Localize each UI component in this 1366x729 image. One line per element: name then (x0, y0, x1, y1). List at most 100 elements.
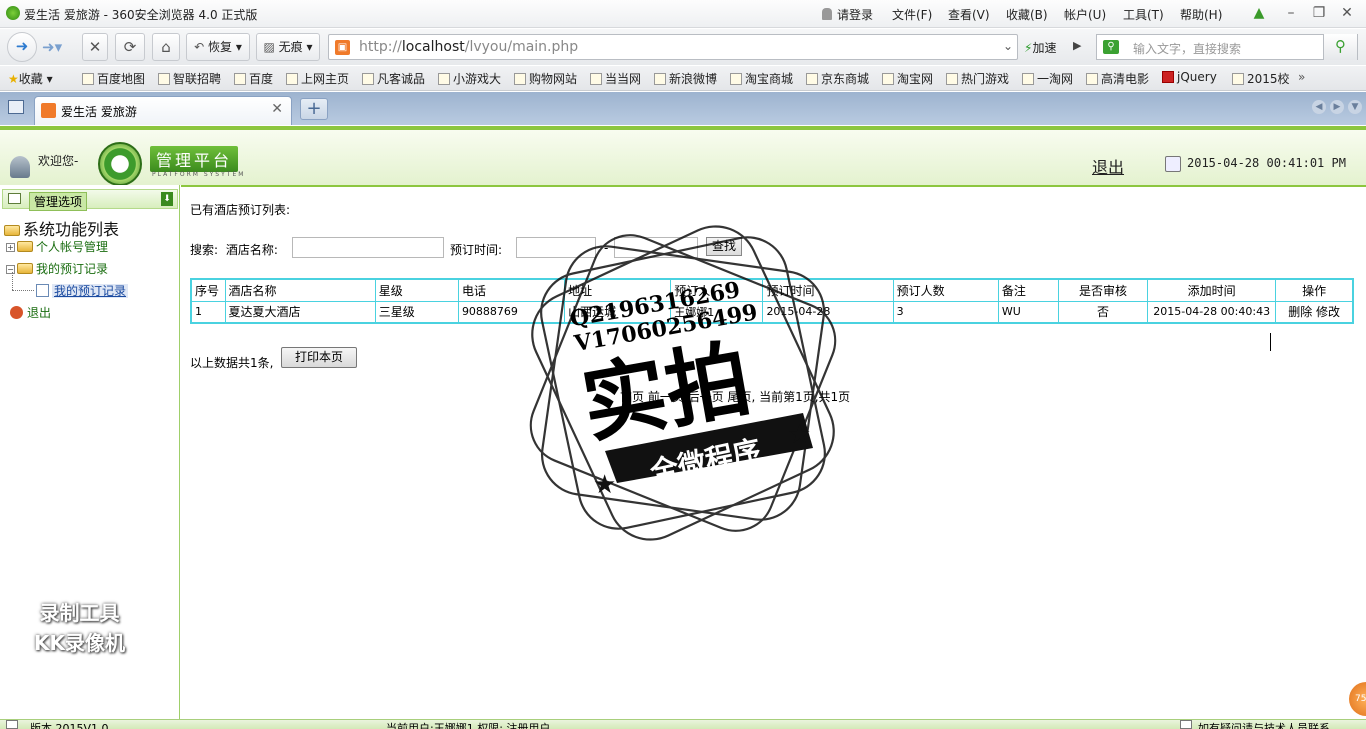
tab-title: 爱生活 爱旅游 (61, 105, 137, 119)
sidebar-item-account[interactable]: + 个人帐号管理 (6, 238, 108, 255)
bookmark-item[interactable]: 购物网站 (514, 70, 577, 87)
accelerate-button[interactable]: ⚡加速 (1024, 39, 1056, 56)
calendar-clock-icon (1165, 156, 1181, 172)
bookmark-item[interactable]: 百度 (234, 70, 273, 87)
col-header: 酒店名称 (224, 278, 376, 302)
bookmark-item[interactable]: 小游戏大 (438, 70, 501, 87)
col-header: 预订人数 (892, 278, 999, 302)
hotel-name-label: 酒店名称: (225, 243, 278, 257)
page-icon (806, 73, 818, 85)
undo-icon: ↶ (194, 40, 205, 54)
bookmark-item[interactable]: 上网主页 (286, 70, 349, 87)
privacy-mode-button[interactable]: ▨ 无痕 ▾ (256, 33, 320, 61)
sidebar-item-bookings[interactable]: − 我的预订记录 (6, 260, 108, 277)
menu-favorites[interactable]: 收藏(B) (1006, 6, 1048, 23)
bookmark-item[interactable]: 百度地图 (82, 70, 145, 87)
browser-logo-icon (6, 6, 20, 20)
skin-icon[interactable]: ▲ (1248, 3, 1270, 23)
text-cursor (1270, 333, 1272, 351)
bookmarks-menu[interactable]: ★收藏 ▾ (8, 70, 53, 87)
address-dropdown-icon[interactable]: ⌄ (1003, 39, 1013, 53)
hotel-name-input[interactable] (292, 237, 444, 258)
menu-account[interactable]: 帐户(U) (1064, 6, 1106, 23)
search-box[interactable]: ⚲ 输入文字，直接搜索 ⚲ (1096, 34, 1358, 60)
address-url[interactable]: http://localhost/lvyou/main.php (359, 39, 578, 55)
bookmark-item[interactable]: 一淘网 (1022, 70, 1073, 87)
incognito-icon: ▨ (263, 40, 275, 54)
page-icon (882, 73, 894, 85)
bookmark-item[interactable]: 凡客诚品 (362, 70, 425, 87)
minimize-button[interactable]: – (1280, 3, 1302, 23)
search-engine-icon[interactable]: ⚲ (1103, 40, 1119, 54)
delete-link[interactable]: 删除 (1288, 305, 1312, 319)
page-icon (730, 73, 742, 85)
menu-tools[interactable]: 工具(T) (1123, 6, 1164, 23)
user-icon (822, 8, 832, 20)
page-icon (1232, 73, 1244, 85)
bookmark-item[interactable]: 2015校 (1232, 70, 1290, 87)
app-header: 欢迎您- 管理平台 PLATFORM SYSYTEM 退出 2015-04-28… (0, 126, 1366, 186)
page-icon (234, 73, 246, 85)
bookmark-item[interactable]: 热门游戏 (946, 70, 1009, 87)
platform-logo (98, 142, 142, 186)
address-bar[interactable]: ▣ http://localhost/lvyou/main.php ⌄ (328, 34, 1018, 60)
bookmark-item[interactable]: 淘宝网 (882, 70, 933, 87)
tree-line (12, 290, 34, 291)
close-window-button[interactable]: ✕ (1336, 3, 1358, 23)
sidebar-toggle-icon[interactable] (8, 100, 24, 114)
menu-view[interactable]: 查看(V) (948, 6, 990, 23)
col-header: 添加时间 (1147, 278, 1277, 302)
search-go-icon[interactable]: ⚲ (1323, 34, 1357, 60)
forward-button[interactable]: ➜▾ (42, 38, 62, 56)
tab-right-icon[interactable]: ▶ (1330, 100, 1344, 114)
bookmark-item[interactable]: 新浪微博 (654, 70, 717, 87)
print-button[interactable]: 打印本页 (281, 347, 357, 368)
bookmark-item[interactable]: jQuery (1162, 70, 1217, 84)
new-tab-button[interactable]: + (300, 98, 328, 120)
cell-reviewed: 否 (1057, 300, 1149, 324)
edit-link[interactable]: 修改 (1316, 305, 1340, 319)
bookmark-item[interactable]: 淘宝商城 (730, 70, 793, 87)
tree-root: 系统功能列表 (4, 216, 119, 240)
menu-help[interactable]: 帮助(H) (1180, 6, 1222, 23)
hao-icon (286, 73, 298, 85)
page-icon (946, 73, 958, 85)
help-icon (1180, 720, 1192, 729)
logout-link[interactable]: 退出 (1092, 154, 1124, 178)
page-icon (1022, 73, 1034, 85)
cell-index: 1 (190, 300, 226, 324)
sidebar-header-label: 管理选项 (29, 192, 88, 211)
bookmark-item[interactable]: 智联招聘 (158, 70, 221, 87)
collapse-minus-icon[interactable]: − (6, 265, 15, 274)
bookmarks-bar: ★收藏 ▾ 百度地图 智联招聘 百度 上网主页 凡客诚品 小游戏大 购物网站 当… (0, 66, 1366, 91)
refresh-button[interactable]: ⟳ (115, 33, 145, 61)
home-button[interactable]: ⌂ (152, 33, 180, 61)
menu-file[interactable]: 文件(F) (892, 6, 932, 23)
search-input[interactable]: 输入文字，直接搜索 (1133, 40, 1241, 57)
stop-button[interactable]: ✕ (82, 33, 108, 61)
folder-open-icon (17, 263, 33, 274)
back-button[interactable]: ➜ (7, 32, 37, 62)
stamp-star-icon: ★ (593, 470, 616, 500)
collapse-down-icon[interactable]: ⬇ (161, 192, 173, 206)
bookmarks-more-icon[interactable]: » (1298, 70, 1305, 84)
bookmark-item[interactable]: 京东商城 (806, 70, 869, 87)
tab-favicon-icon (41, 103, 56, 118)
tab-close-icon[interactable]: ✕ (271, 101, 283, 117)
sidebar-item-logout[interactable]: 退出 (10, 304, 51, 321)
tab-left-icon[interactable]: ◀ (1312, 100, 1326, 114)
stamp-star-icon: ★ (788, 420, 811, 450)
tab-active[interactable]: 爱生活 爱旅游 ✕ (34, 96, 292, 125)
sidebar-item-my-bookings[interactable]: 我的预订记录 (36, 282, 129, 299)
folder-open-icon (4, 225, 20, 236)
window-titlebar: 爱生活 爱旅游 - 360安全浏览器 4.0 正式版 请登录 文件(F) 查看(… (0, 0, 1366, 28)
next-arrow-button[interactable]: ▶ (1073, 39, 1081, 52)
maximize-button[interactable]: ❐ (1308, 3, 1330, 23)
bookmark-item[interactable]: 高清电影 (1086, 70, 1149, 87)
login-link[interactable]: 请登录 (822, 6, 873, 23)
welcome-text: 欢迎您- (38, 154, 79, 168)
tab-list-icon[interactable]: ▼ (1348, 100, 1362, 114)
bookmark-item[interactable]: 当当网 (590, 70, 641, 87)
restore-button[interactable]: ↶ 恢复 ▾ (186, 33, 250, 61)
expand-plus-icon[interactable]: + (6, 243, 15, 252)
